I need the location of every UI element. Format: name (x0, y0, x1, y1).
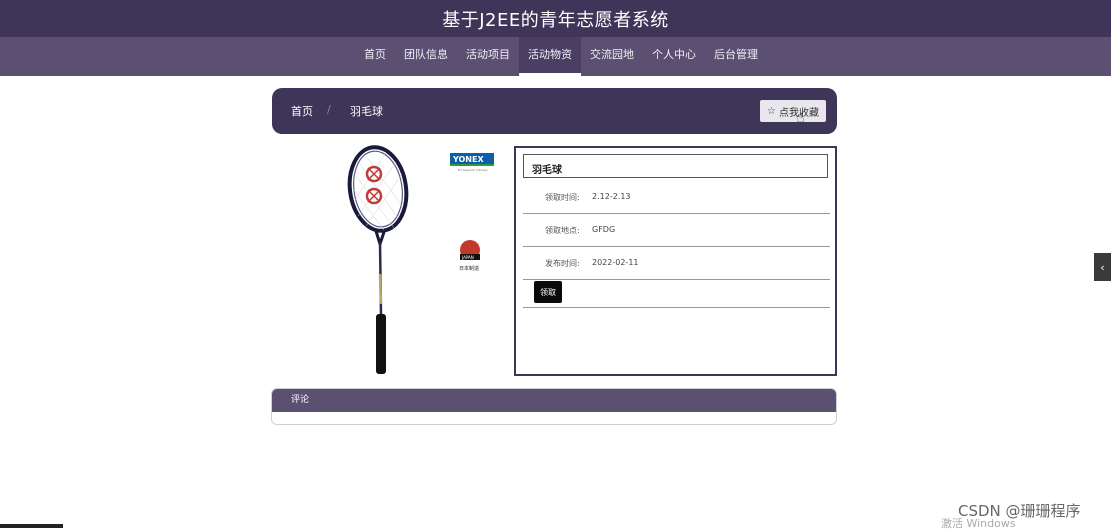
nav-item-forum[interactable]: 交流园地 (581, 37, 643, 76)
nav-item-team-info[interactable]: 团队信息 (395, 37, 457, 76)
origin-badge-text: JAPAN (461, 255, 474, 260)
pickup-time-label: 领取时间: (545, 193, 580, 202)
comments-section: 评论 (271, 388, 837, 425)
breadcrumb-separator: / (327, 103, 331, 116)
nav-list: 首页 团队信息 活动项目 活动物资 交流园地 个人中心 后台管理 (355, 37, 767, 76)
pickup-location-label: 领取地点: (545, 226, 580, 235)
nav-item-home[interactable]: 首页 (355, 37, 395, 76)
activate-windows-notice: 激活 Windows (941, 517, 1016, 530)
origin-text: 日本制造 (459, 265, 479, 272)
info-row-pickup-location: 领取地点: GFDG (523, 213, 830, 247)
nav-item-activity-projects[interactable]: 活动项目 (457, 37, 519, 76)
item-title: 羽毛球 (523, 154, 828, 178)
divider (523, 307, 830, 308)
breadcrumb-home-link[interactable]: 首页 (291, 103, 313, 119)
breadcrumb-current: 羽毛球 (350, 105, 383, 118)
site-title: 基于J2EE的青年志愿者系统 (442, 9, 669, 31)
publish-time-label: 发布时间: (545, 259, 580, 268)
comments-header: 评论 (272, 389, 836, 412)
claim-button[interactable]: 领取 (534, 281, 562, 303)
pickup-time-value: 2.12-2.13 (592, 192, 631, 201)
info-row-pickup-time: 领取时间: 2.12-2.13 (523, 180, 830, 214)
site-header: 基于J2EE的青年志愿者系统 (0, 0, 1111, 37)
hand-cursor-icon: ☝ (796, 110, 805, 126)
nav-item-activity-supplies[interactable]: 活动物资 (519, 37, 581, 76)
publish-time-value: 2022-02-11 (592, 258, 639, 267)
brand-logo-text: YONEX (452, 155, 484, 164)
info-row-publish-time: 发布时间: 2022-02-11 (523, 246, 830, 280)
taskbar-fragment (0, 524, 63, 528)
product-image: YONEX for beyond ordinary JAPAN 日本制造 (347, 145, 494, 374)
star-outline-icon: ☆ (767, 105, 776, 117)
brand-tagline: for beyond ordinary (458, 168, 488, 172)
pickup-location-value: GFDG (592, 225, 616, 234)
breadcrumb: 首页 / 羽毛球 ☆ 点我收藏 (272, 88, 837, 134)
main-nav: 首页 团队信息 活动项目 活动物资 交流园地 个人中心 后台管理 (0, 37, 1111, 76)
nav-item-admin[interactable]: 后台管理 (705, 37, 767, 76)
detail-panel: 羽毛球 领取时间: 2.12-2.13 领取地点: GFDG 发布时间: 202… (514, 146, 837, 376)
side-panel-toggle[interactable]: ‹ (1094, 253, 1111, 281)
nav-item-personal-center[interactable]: 个人中心 (643, 37, 705, 76)
favorite-button[interactable]: ☆ 点我收藏 (760, 100, 826, 122)
chevron-left-icon: ‹ (1100, 260, 1105, 274)
